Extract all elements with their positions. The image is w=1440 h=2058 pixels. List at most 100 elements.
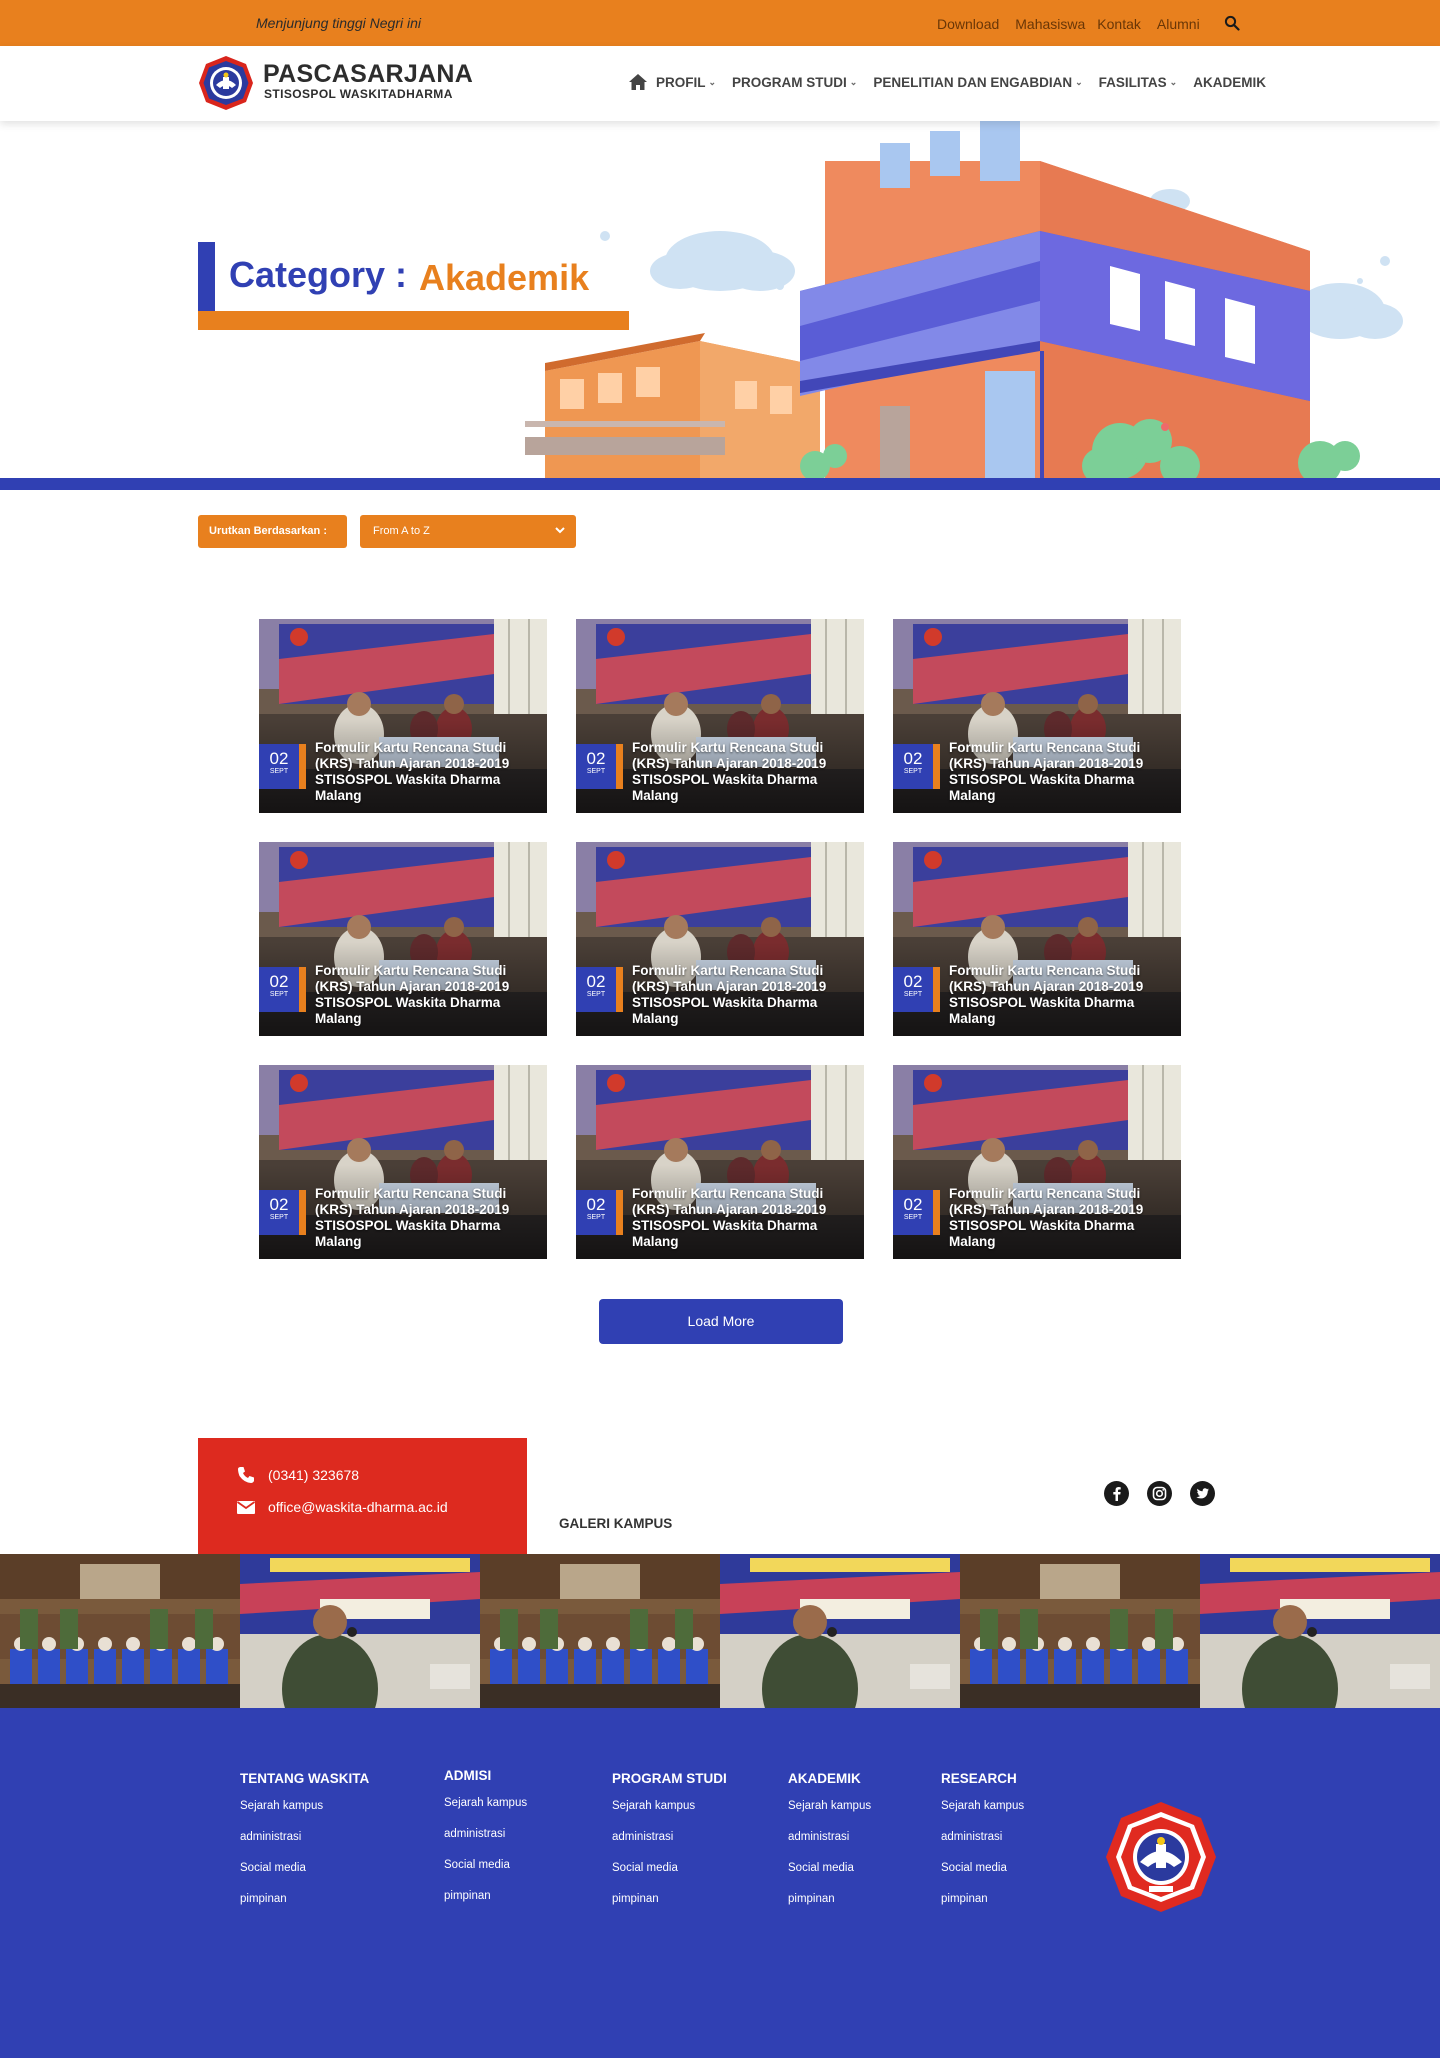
home-icon[interactable] [628,73,648,91]
campus-logo[interactable] [198,55,254,111]
post-card[interactable]: 02 SEPT Formulir Kartu Rencana Studi (KRS)… [259,842,547,1036]
top-links: Download Mahasiswa Kontak Alumni [937,16,1216,32]
gallery-photo-speaker[interactable] [1200,1554,1440,1708]
footer-link[interactable]: Sejarah kampus [941,1800,1024,1812]
gallery-photo-speaker[interactable] [720,1554,960,1708]
post-date-badge: 02 SEPT [259,1190,299,1235]
post-month: SEPT [903,1214,923,1221]
footer-link[interactable]: Sejarah kampus [444,1797,527,1809]
post-card[interactable]: 02 SEPT Formulir Kartu Rencana Studi (KRS)… [893,842,1181,1036]
post-month: SEPT [269,991,289,998]
load-more-button[interactable]: Load More [599,1299,843,1344]
nav-label: AKADEMIK [1193,74,1266,90]
footer-link[interactable]: Social media [941,1862,1024,1874]
nav-label: PENELITIAN DAN ENGABDIAN [873,74,1073,90]
contact-email[interactable]: office@waskita-dharma.ac.id [236,1497,448,1517]
post-month: SEPT [586,1214,606,1221]
date-accent-bar [616,1190,623,1235]
mail-icon [236,1501,256,1514]
post-card[interactable]: 02 SEPT Formulir Kartu Rencana Studi (KRS)… [259,619,547,813]
post-title[interactable]: Formulir Kartu Rencana Studi (KRS) Tahun… [949,963,1174,1027]
post-day: 02 [269,972,289,991]
post-card[interactable]: 02 SEPT Formulir Kartu Rencana Studi (KRS)… [576,1065,864,1259]
top-link-alumni[interactable]: Alumni [1157,16,1200,32]
footer-link[interactable]: administrasi [941,1831,1024,1843]
post-card[interactable]: 02 SEPT Formulir Kartu Rencana Studi (KRS)… [259,1065,547,1259]
date-accent-bar [933,967,940,1012]
gallery-photo-group[interactable] [960,1554,1200,1708]
post-day: 02 [903,1195,923,1214]
footer-link[interactable]: Sejarah kampus [788,1800,871,1812]
phone-number: (0341) 323678 [268,1467,360,1483]
post-title[interactable]: Formulir Kartu Rencana Studi (KRS) Tahun… [949,740,1174,804]
post-title[interactable]: Formulir Kartu Rencana Studi (KRS) Tahun… [949,1186,1174,1250]
gallery-photo-speaker[interactable] [240,1554,480,1708]
date-accent-bar [616,967,623,1012]
post-day: 02 [586,749,606,768]
nav-label: PROGRAM STUDI [732,74,847,90]
footer-link[interactable]: Social media [788,1862,871,1874]
top-bar: Menjunjung tinggi Negri ini Download Mah… [0,0,1440,46]
footer-link[interactable]: administrasi [444,1828,527,1840]
nav-item-fasilitas[interactable]: FASILITAS ⌄ [1099,75,1178,90]
post-title[interactable]: Formulir Kartu Rencana Studi (KRS) Tahun… [315,1186,540,1250]
footer-heading: TENTANG WASKITA [240,1771,370,1786]
post-month: SEPT [903,991,923,998]
footer-link[interactable]: Sejarah kampus [240,1800,369,1812]
post-title[interactable]: Formulir Kartu Rencana Studi (KRS) Tahun… [315,963,540,1027]
footer-link[interactable]: Social media [240,1862,369,1874]
post-title[interactable]: Formulir Kartu Rencana Studi (KRS) Tahun… [632,740,857,804]
post-month: SEPT [903,768,923,775]
footer-link[interactable]: Social media [612,1862,727,1874]
phone-icon [238,1467,254,1483]
footer-link[interactable]: pimpinan [612,1893,727,1905]
post-day: 02 [269,1195,289,1214]
category-value: Akademik [419,257,590,298]
footer-link[interactable]: administrasi [612,1831,727,1843]
search-icon[interactable] [1224,15,1240,31]
footer-link[interactable]: pimpinan [444,1890,527,1902]
footer-link[interactable]: pimpinan [240,1893,369,1905]
contact-phone[interactable]: (0341) 323678 [236,1465,359,1485]
post-card[interactable]: 02 SEPT Formulir Kartu Rencana Studi (KRS)… [893,619,1181,813]
post-date-badge: 02 SEPT [893,1190,933,1235]
nav-item-akademik[interactable]: AKADEMIK [1193,75,1266,90]
contact-box: (0341) 323678 office@waskita-dharma.ac.i… [198,1438,527,1554]
nav-item-program-studi[interactable]: PROGRAM STUDI ⌄ [732,75,857,90]
main-header: PASCASARJANA STISOSPOL WASKITADHARMA PRO… [0,46,1440,121]
sort-select[interactable]: From A to Z [360,515,576,548]
footer-col-research: RESEARCH Sejarah kampus administrasi Soc… [941,1771,1024,1924]
post-day: 02 [269,749,289,768]
facebook-icon[interactable] [1104,1481,1129,1506]
post-day: 02 [586,972,606,991]
post-date-badge: 02 SEPT [259,744,299,789]
footer-link[interactable]: administrasi [240,1831,369,1843]
gallery-photo-group[interactable] [0,1554,240,1708]
gallery-photo-group[interactable] [480,1554,720,1708]
nav-label: PROFIL [656,74,706,90]
post-title[interactable]: Formulir Kartu Rencana Studi (KRS) Tahun… [632,963,857,1027]
post-card[interactable]: 02 SEPT Formulir Kartu Rencana Studi (KRS)… [576,619,864,813]
footer-link[interactable]: pimpinan [941,1893,1024,1905]
post-card[interactable]: 02 SEPT Formulir Kartu Rencana Studi (KRS)… [576,842,864,1036]
post-date-badge: 02 SEPT [893,744,933,789]
footer-link[interactable]: administrasi [788,1831,871,1843]
nav-item-profil[interactable]: PROFIL ⌄ [656,75,716,90]
footer-link[interactable]: Sejarah kampus [612,1800,727,1812]
post-day: 02 [586,1195,606,1214]
chevron-down-icon [555,527,565,534]
top-link-download[interactable]: Download [937,16,999,32]
top-link-mahasiswa[interactable]: Mahasiswa [1015,16,1085,32]
twitter-icon[interactable] [1190,1481,1215,1506]
footer-col-program-studi: PROGRAM STUDI Sejarah kampus administras… [612,1771,727,1924]
post-card[interactable]: 02 SEPT Formulir Kartu Rencana Studi (KRS)… [893,1065,1181,1259]
instagram-icon[interactable] [1147,1481,1172,1506]
post-title[interactable]: Formulir Kartu Rencana Studi (KRS) Tahun… [315,740,540,804]
chevron-down-icon: ⌄ [1075,76,1083,87]
post-title[interactable]: Formulir Kartu Rencana Studi (KRS) Tahun… [632,1186,857,1250]
main-nav: PROFIL ⌄ PROGRAM STUDI ⌄ PENELITIAN DAN EN… [628,73,1282,91]
footer-link[interactable]: Social media [444,1859,527,1871]
top-link-kontak[interactable]: Kontak [1097,16,1141,32]
nav-item-penelitian[interactable]: PENELITIAN DAN ENGABDIAN ⌄ [873,75,1082,90]
footer-link[interactable]: pimpinan [788,1893,871,1905]
